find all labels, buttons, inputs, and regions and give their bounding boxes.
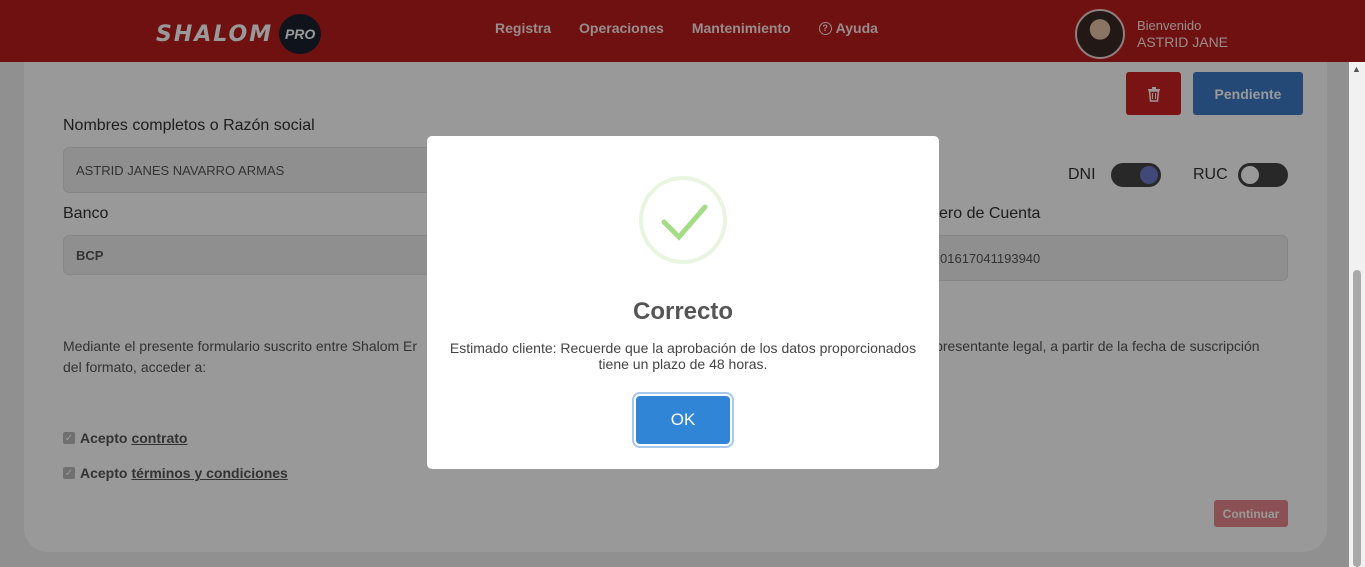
success-check-icon [639,176,727,264]
page-scrollbar[interactable]: ▲ [1349,62,1365,567]
dialog-title: Correcto [632,298,734,325]
scroll-thumb[interactable] [1353,270,1361,567]
dialog-message: Estimado cliente: Recuerde que la aproba… [449,340,917,372]
success-dialog: Correcto Estimado cliente: Recuerde que … [427,136,939,469]
ok-button[interactable]: OK [636,396,730,444]
scroll-up-icon[interactable]: ▲ [1352,64,1361,74]
